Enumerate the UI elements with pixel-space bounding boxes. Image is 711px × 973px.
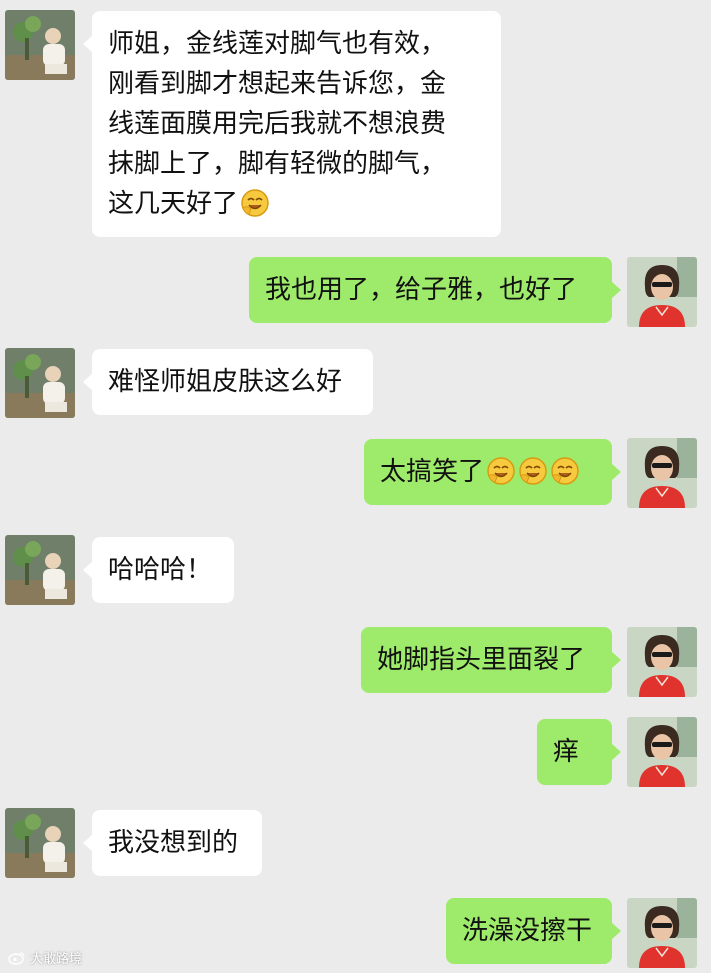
watermark: 大敢路境 bbox=[8, 948, 82, 967]
message-text: 洗澡没擦干 bbox=[462, 916, 593, 946]
contact-avatar[interactable] bbox=[5, 10, 75, 80]
message-bubble-incoming[interactable]: 我没想到的 bbox=[83, 810, 262, 876]
message-bubble-incoming[interactable]: 难怪师姐皮肤这么好 bbox=[83, 349, 373, 415]
contact-avatar[interactable] bbox=[5, 348, 75, 418]
contact-avatar[interactable] bbox=[5, 808, 75, 878]
watermark-text: 大敢路境 bbox=[30, 952, 83, 967]
message-bubble-outgoing[interactable]: 太搞笑了 bbox=[364, 439, 621, 505]
message-text: 痒 bbox=[553, 737, 580, 767]
message-bubble-outgoing[interactable]: 她脚指头里面裂了 bbox=[361, 627, 621, 693]
message-text: 我没想到的 bbox=[108, 828, 239, 858]
chat-window: 师姐，金线莲对脚气也有效， 刚看到脚才想起来告诉您，金 线莲面膜用完后我就不想浪… bbox=[0, 0, 711, 973]
user-avatar[interactable] bbox=[627, 627, 697, 697]
contact-avatar[interactable] bbox=[5, 535, 75, 605]
grin-hand-emoji bbox=[551, 457, 579, 485]
grin-hand-emoji bbox=[487, 457, 515, 485]
message-bubble-outgoing[interactable]: 我也用了，给子雅，也好了 bbox=[249, 257, 621, 323]
message-bubble-outgoing[interactable]: 洗澡没擦干 bbox=[446, 898, 621, 964]
message-bubble-outgoing[interactable]: 痒 bbox=[537, 719, 621, 785]
message-bubble-incoming[interactable]: 哈哈哈！ bbox=[83, 537, 234, 603]
grin-hand-emoji bbox=[519, 457, 547, 485]
message-text: 我也用了，给子雅，也好了 bbox=[265, 275, 578, 305]
message-text: 太搞笑了 bbox=[380, 457, 485, 487]
message-text: 哈哈哈！ bbox=[108, 555, 213, 585]
weibo-icon bbox=[8, 952, 25, 965]
user-avatar[interactable] bbox=[627, 898, 697, 968]
user-avatar[interactable] bbox=[627, 717, 697, 787]
grin-hand-emoji bbox=[241, 189, 269, 217]
message-text: 她脚指头里面裂了 bbox=[377, 645, 586, 675]
message-text: 难怪师姐皮肤这么好 bbox=[108, 367, 343, 397]
message-text: 师姐，金线莲对脚气也有效， 刚看到脚才想起来告诉您，金 线莲面膜用完后我就不想浪… bbox=[108, 29, 447, 219]
user-avatar[interactable] bbox=[627, 257, 697, 327]
user-avatar[interactable] bbox=[627, 438, 697, 508]
message-bubble-incoming[interactable]: 师姐，金线莲对脚气也有效， 刚看到脚才想起来告诉您，金 线莲面膜用完后我就不想浪… bbox=[83, 11, 501, 237]
